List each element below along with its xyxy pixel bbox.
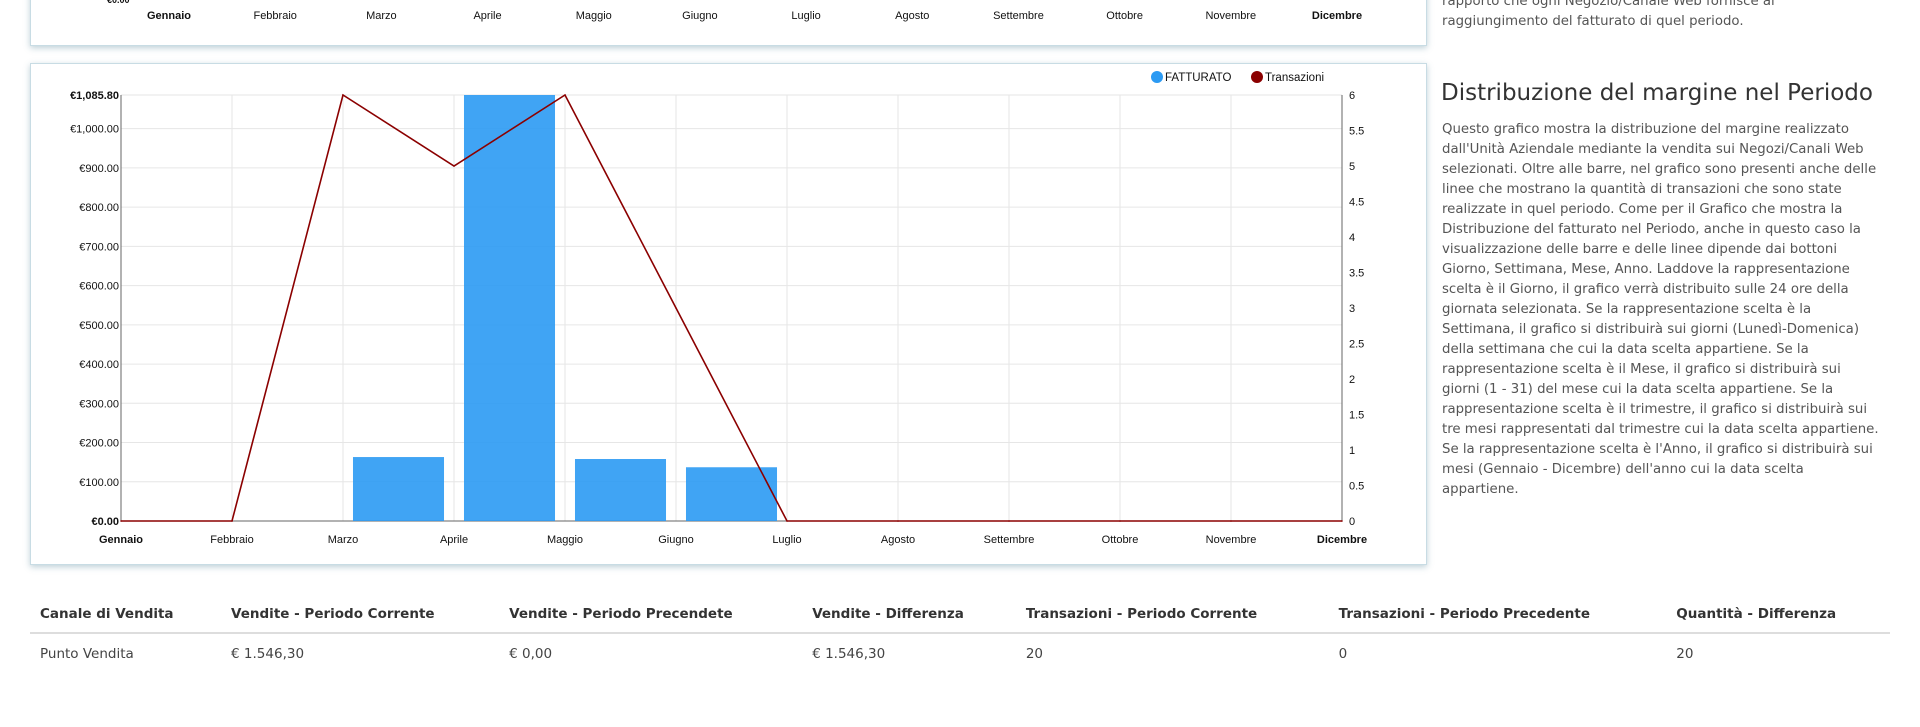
x-axis-tick-label: Ottobre [1106, 10, 1143, 22]
line-point [786, 520, 788, 522]
x-axis-tick-label: Febbraio [253, 10, 296, 22]
x-axis-tick-label: Giugno [658, 534, 693, 546]
x-axis-tick-label: Ottobre [1102, 534, 1139, 546]
section-description: Questo grafico mostra la distribuzione d… [1442, 122, 1879, 497]
x-axis-tick-label: Agosto [895, 10, 929, 22]
top-chart-svg: €0.00 Gennaio Febbraio Marzo Aprile Maggio Giu… [107, 0, 1362, 22]
table-row[interactable]: Punto Vendita € 1.546,30 € 0,00 € 1.546,… [30, 633, 1890, 674]
top-chart-card: €0.00 Gennaio Febbraio Marzo Aprile Maggio Giu… [30, 0, 1427, 46]
col-vendite-precedente[interactable]: Vendite - Periodo Precendete [499, 606, 803, 634]
x-axis-tick-label: Marzo [366, 10, 397, 22]
x-axis-tick-label: Dicembre [1317, 534, 1367, 546]
x-axis-tick-label: Gennaio [99, 534, 143, 546]
legend-marker [1151, 71, 1163, 83]
col-quantita-differenza[interactable]: Quantità - Differenza [1666, 606, 1890, 634]
table-cell: € 0,00 [509, 646, 553, 662]
x-axis-tick-label: Luglio [772, 534, 801, 546]
bar [574, 459, 667, 521]
line-point [120, 520, 122, 522]
y-axis-tick-label: €700.00 [79, 241, 119, 253]
table-cell: 0 [1338, 646, 1348, 662]
x-axis-tick-label: Febbraio [210, 534, 253, 546]
y2-axis-tick-label: 5 [1349, 161, 1355, 173]
x-axis-tick-label: Maggio [576, 10, 612, 22]
y2-axis-tick-label: 3.5 [1349, 268, 1364, 280]
col-transazioni-precedente[interactable]: Transazioni - Periodo Precedente [1328, 606, 1667, 634]
y-axis-tick-label: €900.00 [79, 163, 119, 175]
y-axis-tick-label: €0.00 [107, 0, 130, 5]
table-cell: 20 [1025, 646, 1044, 662]
y-axis-tick-label: €0.00 [91, 516, 119, 528]
y-axis-tick-label: €600.00 [79, 281, 119, 293]
table-header-row: Canale di Vendita Vendite - Periodo Corr… [30, 606, 1890, 634]
x-axis-tick-label: Aprile [473, 10, 501, 22]
y-axis-tick-label: €800.00 [79, 202, 119, 214]
y-axis-tick-label: €300.00 [79, 398, 119, 410]
x-axis-tick-label: Settembre [984, 534, 1035, 546]
y-axis-tick-label: €500.00 [79, 320, 119, 332]
x-axis-tick-label: Dicembre [1312, 10, 1362, 22]
x-axis-tick-label: Gennaio [147, 10, 191, 22]
line-point [564, 94, 566, 96]
y2-axis-tick-label: 1.5 [1349, 410, 1364, 422]
col-canale[interactable]: Canale di Vendita [30, 606, 222, 634]
line-point [1119, 520, 1121, 522]
x-axis-tick-label: Luglio [791, 10, 820, 22]
legend-label: Transazioni [1265, 72, 1324, 84]
table-cell: Punto Vendita [40, 646, 134, 662]
y2-axis-tick-label: 0 [1349, 516, 1355, 528]
line-point [231, 520, 233, 522]
x-axis-tick-label: Settembre [993, 10, 1044, 22]
x-axis-tick-label: Agosto [881, 534, 915, 546]
y2-axis-tick-label: 4.5 [1349, 197, 1364, 209]
sales-comparison-table: Canale di Vendita Vendite - Periodo Corr… [30, 606, 1890, 674]
y2-axis-tick-label: 6 [1349, 90, 1355, 102]
y-axis-tick-label: €1,085.80 [70, 90, 119, 102]
y2-axis-tick-label: 1 [1349, 445, 1355, 457]
y2-axis-tick-label: 3 [1349, 303, 1355, 315]
line-point [342, 94, 344, 96]
line-point [675, 307, 677, 309]
legend-label: FATTURATO [1165, 72, 1232, 84]
y-axis-tick-label: €100.00 [79, 477, 119, 489]
y2-axis-tick-label: 0.5 [1349, 481, 1364, 493]
line-point [897, 520, 899, 522]
margin-chart-svg: €0.00 €100.00 €200.00 €300.00 €400.00 €500.00… [70, 71, 1367, 546]
x-axis-tick-label: Maggio [547, 534, 583, 546]
bar [463, 95, 556, 521]
line-point [1341, 520, 1343, 522]
y-axis-tick-label: €1,000.00 [70, 124, 119, 136]
x-axis-tick-label: Novembre [1205, 10, 1256, 22]
chart-legend: FATTURATO Transazioni [1151, 71, 1324, 84]
col-vendite-corrente[interactable]: Vendite - Periodo Corrente [221, 606, 500, 634]
legend-marker [1251, 71, 1263, 83]
x-axis-tick-label: Giugno [682, 10, 717, 22]
y-axis-tick-label: €400.00 [79, 359, 119, 371]
y-axis-tick-label: €200.00 [79, 438, 119, 450]
x-axis-tick-label: Aprile [440, 534, 468, 546]
y2-axis-tick-label: 2 [1349, 374, 1355, 386]
x-axis-tick-label: Marzo [328, 534, 359, 546]
col-vendite-differenza[interactable]: Vendite - Differenza [802, 606, 1016, 634]
top-chart-description: rapporto che ogni Negozio/Canale Web for… [1442, 0, 1775, 29]
table-cell: € 1.546,30 [812, 646, 886, 662]
table-cell: 20 [1676, 646, 1694, 662]
section-title: Distribuzione del margine nel Periodo [1441, 80, 1873, 106]
y2-axis-tick-label: 5.5 [1349, 126, 1364, 138]
transactions-line [121, 93, 1342, 522]
line-point [453, 165, 455, 167]
y2-axis-tick-label: 4 [1349, 232, 1355, 244]
y2-axis-tick-label: 2.5 [1349, 339, 1364, 351]
line-point [1008, 520, 1010, 522]
table-cell: € 1.546,30 [231, 646, 305, 662]
bar [352, 457, 445, 521]
x-axis-tick-label: Novembre [1206, 534, 1257, 546]
col-transazioni-corrente[interactable]: Transazioni - Periodo Corrente [1015, 606, 1329, 634]
line-point [1230, 520, 1232, 522]
margin-chart-card: €0.00 €100.00 €200.00 €300.00 €400.00 €500.00… [30, 63, 1427, 565]
